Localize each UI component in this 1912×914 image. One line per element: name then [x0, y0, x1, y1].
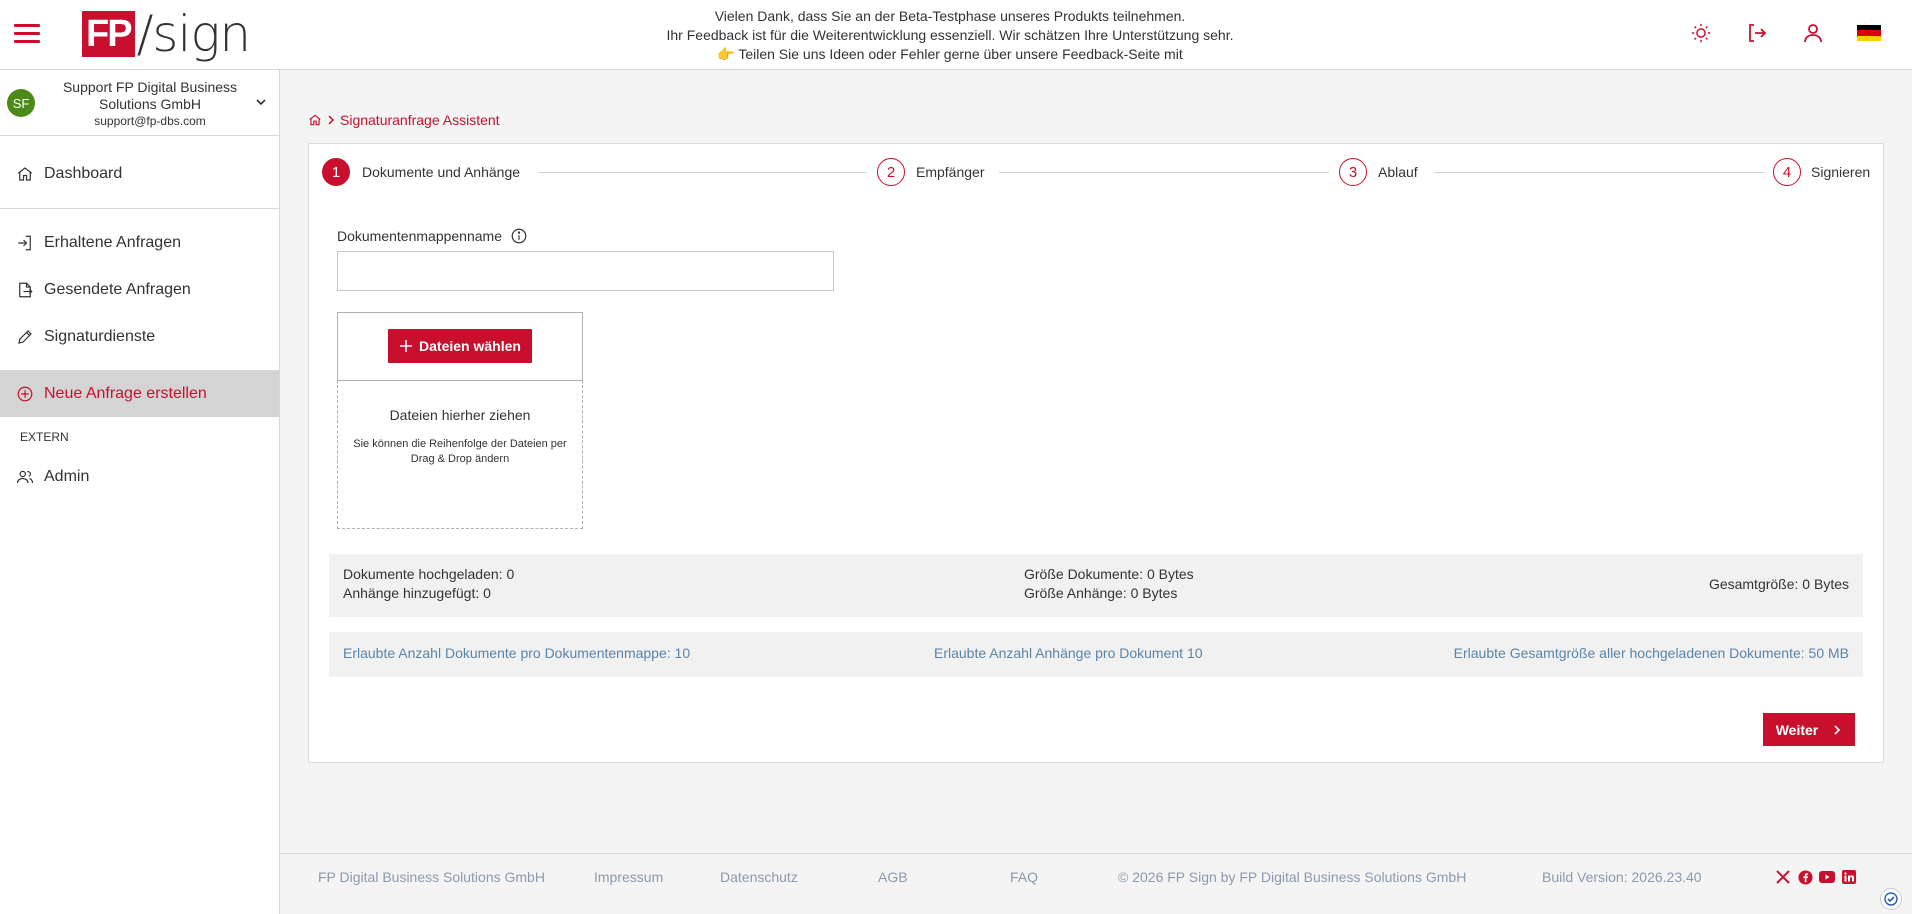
- sidebar-item-label: Erhaltene Anfragen: [44, 233, 181, 251]
- footer-impressum-link[interactable]: Impressum: [594, 869, 663, 885]
- breadcrumb-current[interactable]: Signaturanfrage Assistent: [340, 112, 500, 128]
- step-4-circle[interactable]: 4: [1773, 158, 1801, 186]
- footer-build-version: Build Version: 2026.23.40: [1542, 869, 1702, 885]
- dropzone-title: Dateien hierher ziehen: [389, 407, 531, 423]
- next-button[interactable]: Weiter: [1763, 713, 1855, 746]
- step-1-circle[interactable]: 1: [322, 158, 350, 186]
- footer-agb-link[interactable]: AGB: [878, 869, 908, 885]
- beta-feedback-link[interactable]: 👉 Teilen Sie uns Ideen oder Fehler gerne…: [600, 45, 1300, 64]
- account-switcher[interactable]: SF Support FP Digital Business Solutions…: [0, 70, 279, 136]
- sidebar-item-dashboard[interactable]: Dashboard: [0, 150, 279, 197]
- beta-notice: Vielen Dank, dass Sie an der Beta-Testph…: [600, 7, 1300, 64]
- avatar: SF: [7, 89, 35, 117]
- account-name: Support FP Digital Business Solutions Gm…: [62, 79, 238, 112]
- logout-icon[interactable]: [1742, 18, 1772, 48]
- youtube-icon[interactable]: [1819, 869, 1835, 885]
- home-icon: [17, 166, 33, 181]
- step-2-circle[interactable]: 2: [877, 158, 905, 186]
- german-flag-icon[interactable]: [1854, 18, 1884, 48]
- footer-faq-link[interactable]: FAQ: [1010, 869, 1038, 885]
- step-connector: [539, 172, 867, 173]
- home-icon[interactable]: [308, 113, 322, 127]
- sidebar-item-label: Signaturdienste: [44, 327, 156, 345]
- folder-name-label: Dokumentenmappenname: [337, 228, 502, 244]
- sidebar-item-sent[interactable]: Gesendete Anfragen: [0, 266, 279, 313]
- chevron-right-icon: [328, 115, 335, 125]
- attachments-added: Anhänge hinzugefügt: 0: [343, 585, 491, 601]
- footer-company-link[interactable]: FP Digital Business Solutions GmbH: [318, 869, 545, 885]
- doc-size: Größe Dokumente: 0 Bytes: [1024, 566, 1194, 582]
- total-size: Gesamtgröße: 0 Bytes: [1708, 576, 1849, 592]
- folder-name-label-row: Dokumentenmappenname: [337, 227, 528, 245]
- dropzone-hint: Sie können die Reihenfolge der Dateien p…: [353, 438, 567, 465]
- linkedin-icon[interactable]: [1841, 869, 1857, 885]
- sent-icon: [19, 282, 33, 297]
- x-icon[interactable]: [1775, 869, 1791, 885]
- step-2-label[interactable]: Empfänger: [916, 164, 984, 180]
- step-1-label[interactable]: Dokumente und Anhänge: [362, 164, 520, 180]
- verified-badge-icon[interactable]: [1880, 888, 1902, 910]
- footer: FP Digital Business Solutions GmbH Impre…: [280, 853, 1912, 914]
- step-3-label[interactable]: Ablauf: [1378, 164, 1418, 180]
- footer-privacy-link[interactable]: Datenschutz: [720, 869, 798, 885]
- file-chooser-area: Dateien wählen: [337, 312, 583, 381]
- theme-sun-icon[interactable]: [1686, 18, 1716, 48]
- step-3-circle[interactable]: 3: [1339, 158, 1367, 186]
- logo-fp: FP: [82, 11, 135, 57]
- breadcrumb: Signaturanfrage Assistent: [308, 112, 500, 128]
- next-button-label: Weiter: [1775, 721, 1819, 738]
- beta-line-1: Vielen Dank, dass Sie an der Beta-Testph…: [714, 8, 1186, 24]
- sidebar-item-received[interactable]: Erhaltene Anfragen: [0, 219, 279, 266]
- pencil-icon: [18, 329, 32, 344]
- header-actions: [1686, 18, 1884, 48]
- wizard-card: 1 Dokumente und Anhänge 2 Empfänger 3 Ab…: [308, 143, 1884, 763]
- sidebar-item-label: Neue Anfrage erstellen: [44, 385, 207, 402]
- sidebar-item-new-request[interactable]: Neue Anfrage erstellen: [0, 371, 279, 417]
- sidebar-caption-extern: EXTERN: [20, 430, 69, 444]
- logo-sign: /sign: [136, 5, 251, 63]
- social-links: [1775, 869, 1857, 885]
- limit-docs-per-folder: Erlaubte Anzahl Dokumente pro Dokumenten…: [343, 645, 691, 661]
- chevron-down-icon: [256, 99, 266, 106]
- users-icon: [16, 470, 34, 483]
- account-email: support@fp-dbs.com: [94, 114, 206, 128]
- choose-files-button[interactable]: Dateien wählen: [388, 329, 532, 363]
- step-connector: [1434, 172, 1764, 173]
- user-icon[interactable]: [1798, 18, 1828, 48]
- plus-icon: [400, 340, 413, 352]
- facebook-icon[interactable]: [1797, 869, 1813, 885]
- limit-attachments-per-doc: Erlaubte Anzahl Anhänge pro Dokument 10: [934, 645, 1203, 661]
- limit-total-size: Erlaubte Gesamtgröße aller hochgeladenen…: [1453, 645, 1849, 661]
- inbox-in-icon: [18, 235, 31, 250]
- docs-uploaded: Dokumente hochgeladen: 0: [343, 566, 515, 582]
- choose-files-label: Dateien wählen: [419, 338, 521, 354]
- hamburger-menu-icon[interactable]: [14, 24, 40, 46]
- sidebar-item-label: Admin: [44, 467, 90, 485]
- file-dropzone[interactable]: Dateien hierher ziehen Sie können die Re…: [337, 380, 583, 529]
- fp-sign-logo[interactable]: FP /sign: [82, 5, 251, 63]
- sidebar-item-signature-services[interactable]: Signaturdienste: [0, 313, 279, 360]
- upload-stats: Dokumente hochgeladen: 0 Anhänge hinzuge…: [329, 554, 1863, 617]
- plus-circle-icon: [17, 386, 33, 402]
- info-icon[interactable]: [510, 227, 528, 245]
- sidebar-item-label: Gesendete Anfragen: [44, 280, 191, 298]
- footer-copyright: © 2026 FP Sign by FP Digital Business So…: [1118, 869, 1467, 885]
- step-connector: [999, 172, 1329, 173]
- step-4-label[interactable]: Signieren: [1811, 164, 1870, 180]
- beta-line-2: Ihr Feedback ist für die Weiterentwicklu…: [666, 27, 1234, 43]
- sidebar: SF Support FP Digital Business Solutions…: [0, 70, 280, 914]
- attachment-size: Größe Anhänge: 0 Bytes: [1024, 585, 1178, 601]
- top-header: FP /sign Vielen Dank, dass Sie an der Be…: [0, 0, 1912, 70]
- sidebar-item-label: Dashboard: [44, 164, 123, 182]
- chevron-right-icon: [1834, 724, 1841, 735]
- sidebar-item-admin[interactable]: Admin: [0, 453, 279, 500]
- upload-limits: Erlaubte Anzahl Dokumente pro Dokumenten…: [329, 632, 1863, 677]
- folder-name-input[interactable]: [337, 251, 834, 291]
